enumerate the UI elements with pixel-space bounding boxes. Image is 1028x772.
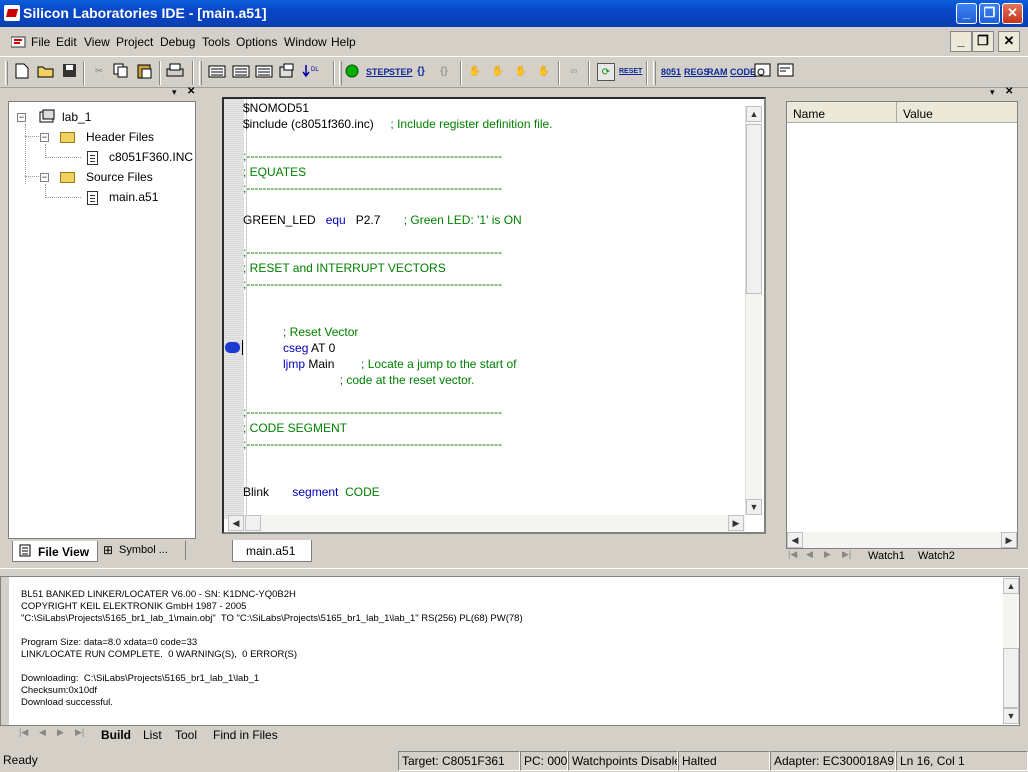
output-line: Program Size: data=8.0 xdata=0 code=33 xyxy=(21,637,198,648)
code-line[interactable]: GREEN_LED equ P2.7 ; Green LED: '1' is O… xyxy=(243,212,522,228)
watch-window-icon[interactable] xyxy=(754,63,772,81)
code-line[interactable]: ;---------------------------------------… xyxy=(243,148,502,164)
watch-header: ▾ ✕ xyxy=(784,86,1020,100)
tab-last-icon[interactable]: ▶| xyxy=(842,549,851,560)
tab-find-in-files[interactable]: Find in Files xyxy=(213,728,278,742)
output-line: LINK/LOCATE RUN COMPLETE. 0 WARNING(S), … xyxy=(21,649,298,660)
code-line[interactable]: ; Reset Vector xyxy=(243,324,358,340)
tab-file-view[interactable]: File View xyxy=(12,541,98,562)
tab-prev-icon[interactable]: ◀ xyxy=(39,727,46,738)
code-line[interactable]: ljmp Main ; Locate a jump to the start o… xyxy=(243,356,516,372)
scroll-thumb[interactable] xyxy=(245,515,261,531)
mdi-restore-button[interactable]: ❐ xyxy=(972,31,994,52)
mdi-minimize-button[interactable]: _ xyxy=(950,31,972,52)
symbol-icon: ⊞ xyxy=(103,543,114,557)
status-watchpoints: Watchpoints Disabled xyxy=(568,751,678,771)
tab-tool[interactable]: Tool xyxy=(175,728,197,742)
watch-panel: Name Value ◀ ▶ xyxy=(786,101,1018,549)
code-line[interactable]: ;---------------------------------------… xyxy=(243,404,502,420)
status-ready: Ready xyxy=(3,753,38,767)
column-name-label: Name xyxy=(793,107,826,121)
mdi-close-button[interactable]: ✕ xyxy=(998,31,1020,52)
editor-vscrollbar[interactable]: ▲ ▼ xyxy=(745,106,762,515)
editor-tab-label: main.a51 xyxy=(246,544,296,558)
output-grip[interactable] xyxy=(1,577,9,725)
left-tab-bar: File View ⊞ Symbol ... xyxy=(8,540,196,564)
tab-first-icon[interactable]: |◀ xyxy=(19,727,28,738)
panel-menu-icon[interactable]: ▾ xyxy=(990,87,995,98)
tab-next-icon[interactable]: ▶ xyxy=(824,549,831,560)
output-line: Downloading: C:\SiLabs\Projects\5165_br1… xyxy=(21,673,260,684)
code-line[interactable]: ;---------------------------------------… xyxy=(243,436,502,452)
scroll-right-icon[interactable]: ▶ xyxy=(728,515,744,531)
code-line[interactable]: $NOMOD51 xyxy=(243,100,309,116)
code-line[interactable]: ;---------------------------------------… xyxy=(243,276,502,292)
tab-symbol-label: Symbol ... xyxy=(119,544,168,556)
status-adapter: Adapter: EC300018A9B xyxy=(770,751,896,771)
output-line: Download successful. xyxy=(21,697,113,708)
code-line[interactable]: cseg AT 0 xyxy=(243,340,335,356)
tab-file-view-label: File View xyxy=(38,545,90,559)
tab-first-icon[interactable]: |◀ xyxy=(788,549,797,560)
watch-hscrollbar[interactable]: ◀ ▶ xyxy=(787,532,1017,548)
code-line[interactable]: Blink segment CODE xyxy=(243,484,380,500)
output-tab-bar: |◀ ◀ ▶ ▶| Build List Tool Find in Files xyxy=(17,726,717,744)
scroll-left-icon[interactable]: ◀ xyxy=(228,515,244,531)
restore-button[interactable]: ❐ xyxy=(979,3,1000,24)
column-header-value[interactable]: Value xyxy=(897,102,1017,123)
scroll-thumb[interactable] xyxy=(746,124,762,294)
text-cursor xyxy=(242,340,243,355)
tab-list[interactable]: List xyxy=(143,728,162,742)
output-line: COPYRIGHT KEIL ELEKTRONIK GmbH 1987 - 20… xyxy=(21,601,247,612)
code-line[interactable]: ; code at the reset vector. xyxy=(243,372,475,388)
tab-symbol-view[interactable]: ⊞ Symbol ... xyxy=(99,541,186,560)
scroll-up-icon[interactable]: ▲ xyxy=(1003,578,1019,594)
tab-watch2[interactable]: Watch2 xyxy=(918,550,955,562)
output-line: Checksum:0x10df xyxy=(21,685,98,696)
breakpoint-marker[interactable] xyxy=(225,342,240,353)
status-pc: PC: 0000 xyxy=(520,751,568,771)
tab-build[interactable]: Build xyxy=(101,728,131,742)
status-position: Ln 16, Col 1 xyxy=(896,751,1028,771)
output-line: "C:\SiLabs\Projects\5165_br1_lab_1\main.… xyxy=(21,613,523,624)
scroll-down-icon[interactable]: ▼ xyxy=(746,499,762,515)
watch-tab-bar: |◀ ◀ ▶ ▶| Watch1 Watch2 xyxy=(786,548,1018,566)
file-view-icon xyxy=(19,544,31,557)
minimize-button[interactable]: _ xyxy=(956,3,977,24)
code-line[interactable]: $include (c8051f360.inc) ; Include regis… xyxy=(243,116,553,132)
code-line[interactable]: ;---------------------------------------… xyxy=(243,180,502,196)
code-line[interactable]: ; EQUATES xyxy=(243,164,306,180)
scroll-up-icon[interactable]: ▲ xyxy=(746,106,762,122)
scroll-right-icon[interactable]: ▶ xyxy=(1001,532,1017,548)
column-header-name[interactable]: Name xyxy=(787,102,897,123)
status-halted: Halted xyxy=(678,751,770,771)
scroll-left-icon[interactable]: ◀ xyxy=(787,532,803,548)
output-vscrollbar[interactable]: ▲ ▼ xyxy=(1003,578,1019,724)
code-line[interactable]: ; RESET and INTERRUPT VECTORS xyxy=(243,260,446,276)
status-target: Target: C8051F361 xyxy=(398,751,520,771)
column-value-label: Value xyxy=(903,107,933,121)
tab-prev-icon[interactable]: ◀ xyxy=(806,549,813,560)
debug-window-icon[interactable] xyxy=(777,63,795,81)
output-splitter[interactable] xyxy=(0,568,1028,574)
tab-watch1[interactable]: Watch1 xyxy=(868,550,905,562)
scroll-thumb[interactable] xyxy=(1003,648,1019,708)
code-line[interactable]: ;---------------------------------------… xyxy=(243,244,502,260)
close-button[interactable]: ✕ xyxy=(1002,3,1023,24)
scroll-down-icon[interactable]: ▼ xyxy=(1003,708,1019,724)
output-line: BL51 BANKED LINKER/LOCATER V6.00 - SN: K… xyxy=(21,589,296,600)
code-line[interactable]: ; CODE SEGMENT xyxy=(243,420,347,436)
tab-main-a51[interactable]: main.a51 xyxy=(232,540,312,562)
tab-next-icon[interactable]: ▶ xyxy=(57,727,64,738)
tab-last-icon[interactable]: ▶| xyxy=(75,727,84,738)
editor-hscrollbar[interactable]: ◀ ▶ xyxy=(228,515,745,532)
panel-close-icon[interactable]: ✕ xyxy=(1005,86,1013,97)
